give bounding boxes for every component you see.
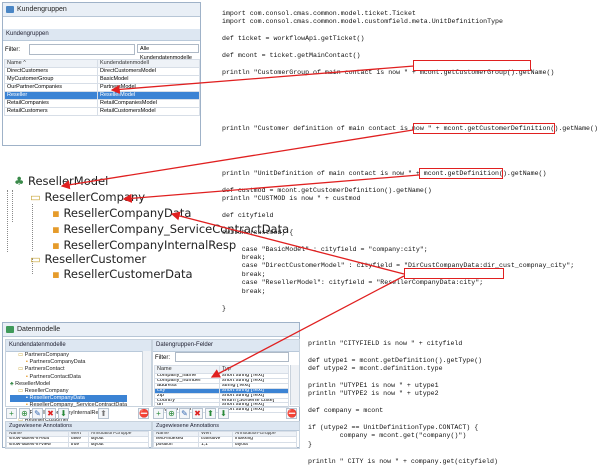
arrow-customer-definition-to-reseller-model [60,129,414,190]
arrow-customer-group-to-reseller-row [110,65,415,94]
arrow-city-field-to-city-row [210,275,405,378]
annotation-arrows [60,65,420,378]
arrow-definition-to-reseller-company [122,174,420,203]
arrow-city-field-to-company-data [170,211,405,275]
